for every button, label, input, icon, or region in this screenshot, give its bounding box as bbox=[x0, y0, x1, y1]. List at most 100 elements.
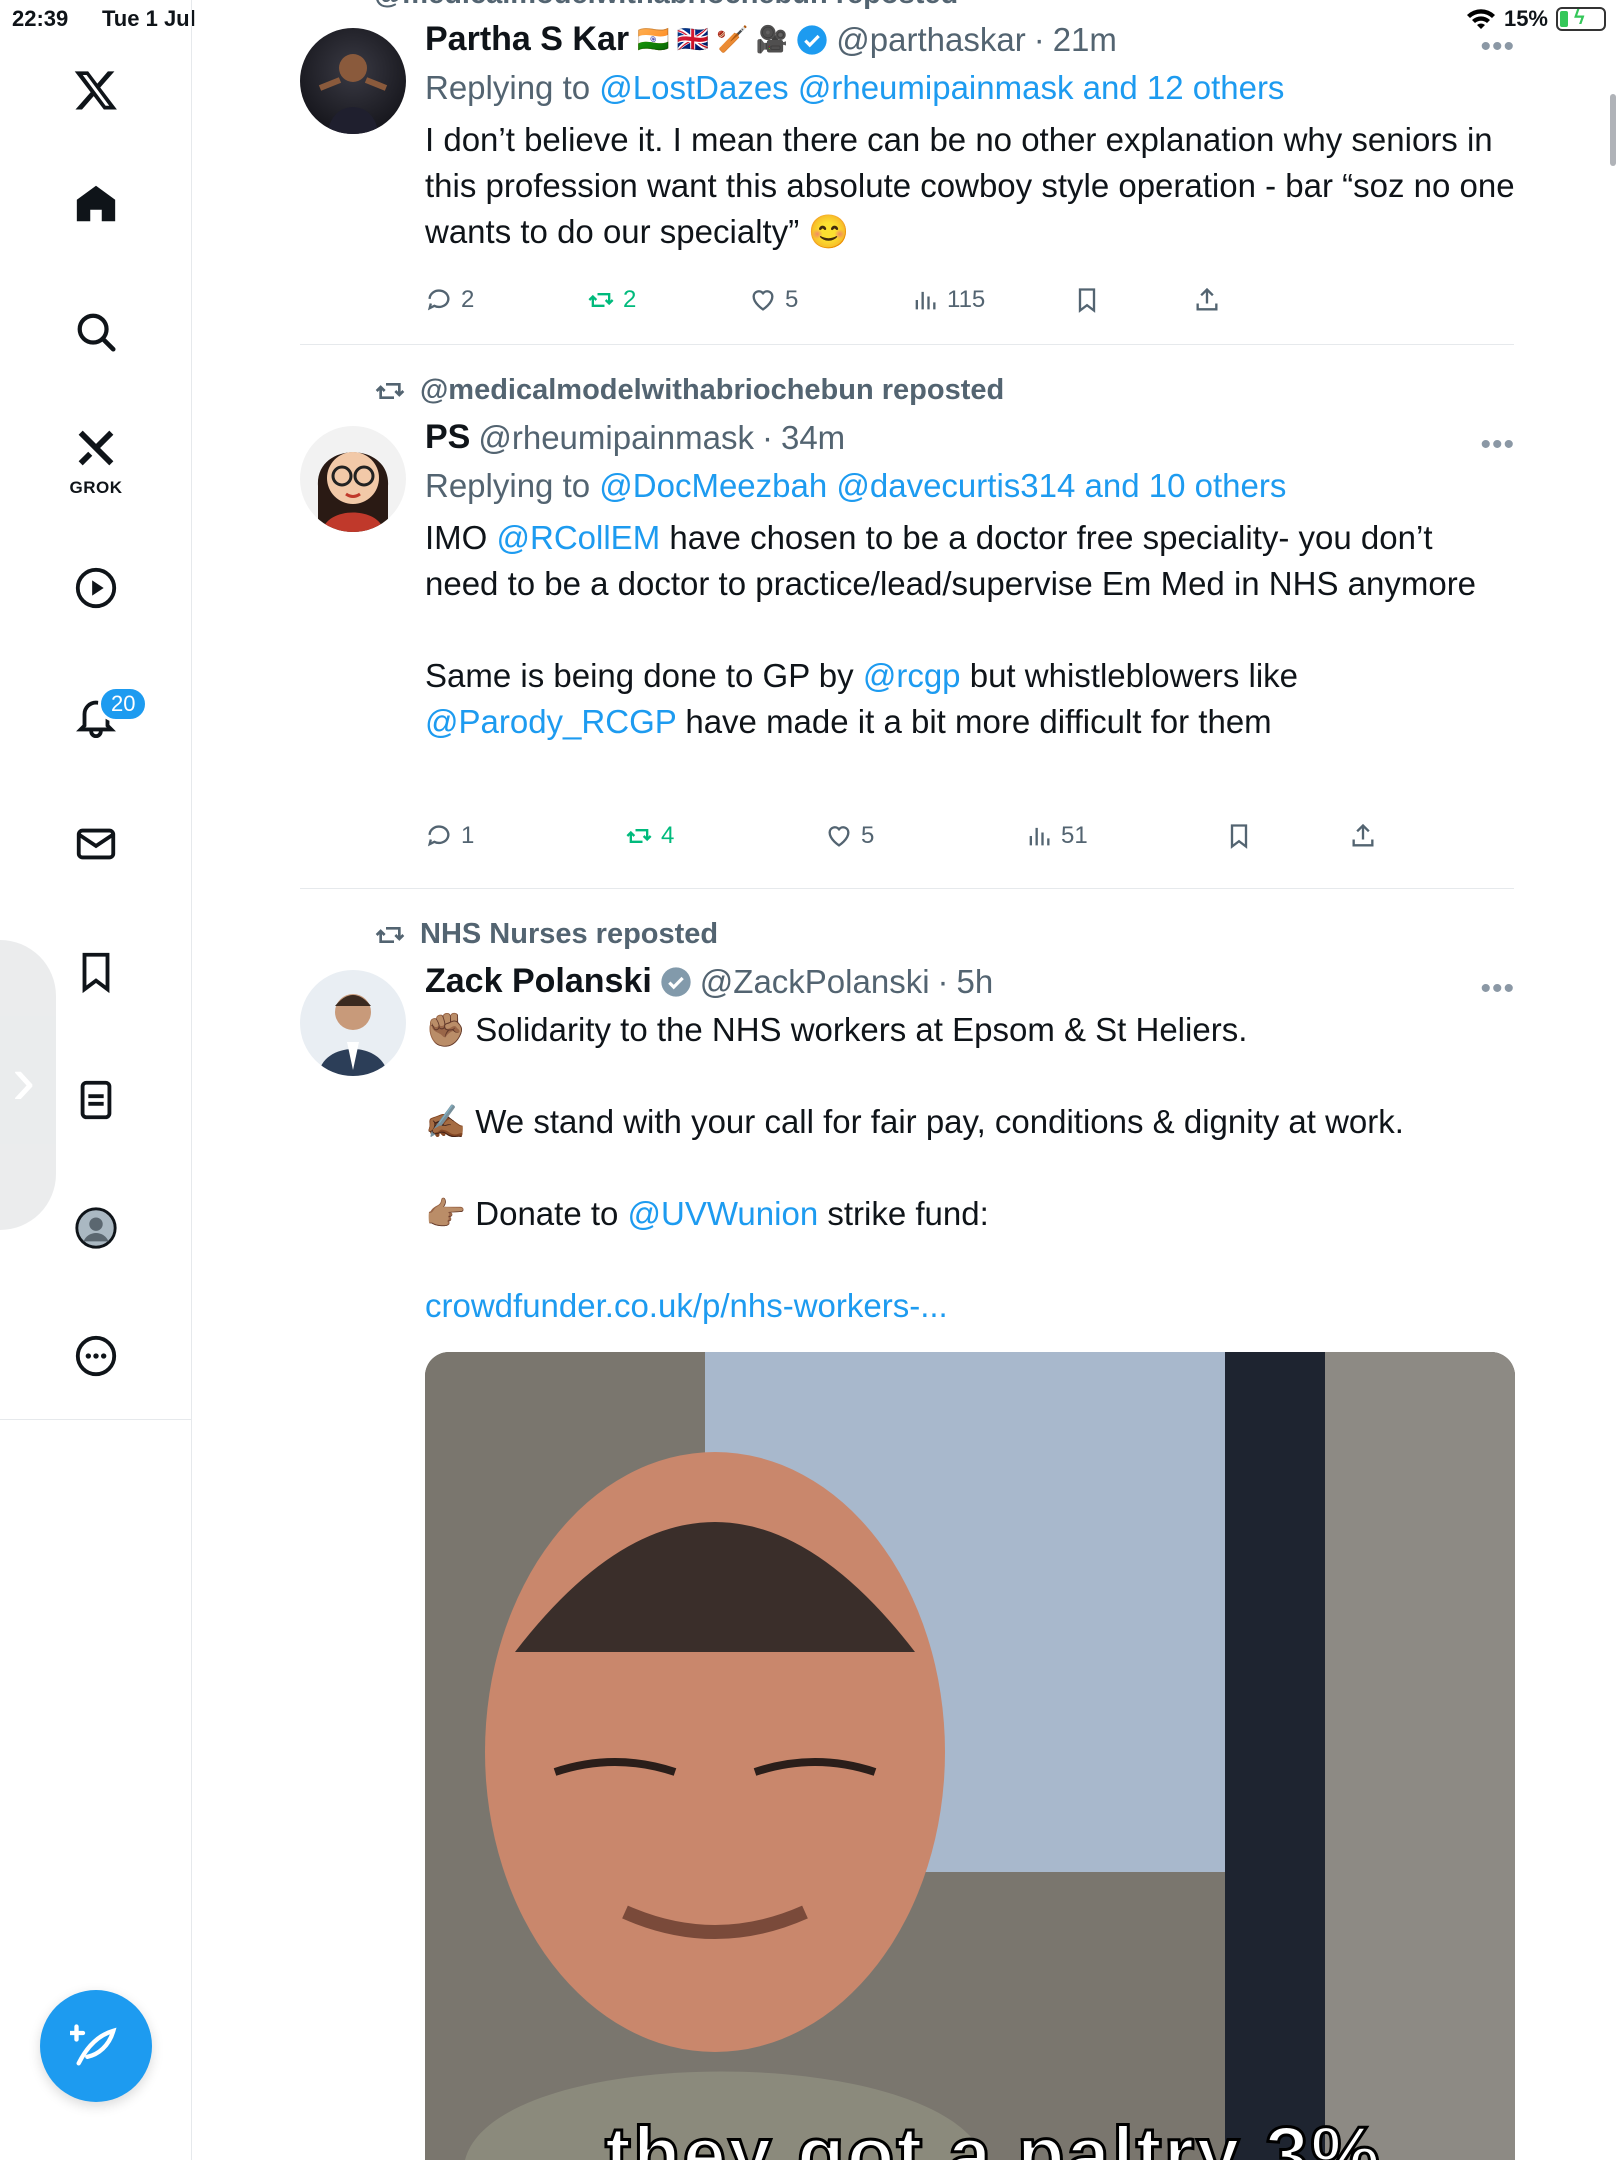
compose-feather-icon bbox=[70, 2024, 117, 2066]
separator-dot: · bbox=[761, 418, 773, 456]
avatar[interactable] bbox=[300, 970, 406, 1076]
more-options-icon[interactable]: ••• bbox=[1480, 30, 1515, 64]
external-link[interactable]: crowdfunder.co.uk/p/nhs-workers-... bbox=[425, 1283, 1515, 1329]
author-handle[interactable]: @ZackPolanski bbox=[700, 963, 930, 1001]
bookmark-icon[interactable] bbox=[52, 928, 140, 1016]
repost-button[interactable]: 2 bbox=[587, 286, 749, 314]
repost-button[interactable]: 4 bbox=[625, 822, 825, 850]
tweet-actions: 1 4 5 51 bbox=[425, 822, 1409, 850]
tweet-line: 👉🏽 Donate to @UVWunion strike fund: bbox=[425, 1195, 989, 1232]
tweet-divider bbox=[300, 888, 1514, 889]
more-options-icon[interactable] bbox=[52, 1312, 140, 1400]
author-name[interactable]: PS bbox=[425, 418, 470, 457]
separator-dot: · bbox=[937, 962, 949, 1000]
author-handle[interactable]: @rheumipainmask bbox=[478, 419, 754, 457]
tweet-header: PS @rheumipainmask · 34m bbox=[425, 418, 1515, 457]
repost-icon bbox=[375, 926, 405, 943]
tweet-line: ✍🏾 We stand with your call for fair pay,… bbox=[425, 1103, 1404, 1140]
tweet-time[interactable]: 21m bbox=[1053, 21, 1117, 59]
reply-icon bbox=[427, 825, 450, 847]
avatar[interactable] bbox=[300, 426, 406, 532]
mention-link[interactable]: @UVWunion bbox=[628, 1195, 819, 1232]
tweet-time[interactable]: 5h bbox=[957, 963, 994, 1001]
messages-envelope-icon[interactable] bbox=[52, 800, 140, 888]
reply-count: 2 bbox=[461, 286, 475, 313]
repost-count: 2 bbox=[623, 286, 637, 313]
share-icon bbox=[1196, 287, 1218, 311]
scrollbar[interactable] bbox=[1610, 94, 1616, 166]
tweet-line: ✊🏽 Solidarity to the NHS workers at Epso… bbox=[425, 1011, 1248, 1048]
video-play-icon[interactable] bbox=[52, 544, 140, 632]
sidebar-divider bbox=[191, 1420, 192, 2160]
bookmark-button[interactable] bbox=[1073, 286, 1193, 314]
tweet-body: Zack Polanski @ZackPolanski · 5h ••• ✊🏽 … bbox=[425, 962, 1515, 1329]
bookmark-button[interactable] bbox=[1225, 822, 1349, 850]
author-name[interactable]: Partha S Kar bbox=[425, 20, 629, 59]
tweet-time[interactable]: 34m bbox=[781, 419, 845, 457]
mention-link[interactable]: @Parody_RCGP bbox=[425, 703, 676, 740]
video-caption: they got a paltry 3% bbox=[604, 2109, 1382, 2160]
reply-button[interactable]: 1 bbox=[425, 822, 625, 850]
articles-icon[interactable] bbox=[52, 1056, 140, 1144]
mention-link[interactable]: @RCollEM bbox=[497, 519, 661, 556]
views-chart-icon bbox=[915, 291, 936, 310]
x-logo-icon[interactable] bbox=[52, 46, 140, 134]
reply-prefix: Replying to bbox=[425, 467, 600, 504]
battery-icon: ϟ bbox=[1556, 7, 1606, 31]
views-chart-icon bbox=[1029, 827, 1050, 846]
reply-targets-link[interactable]: @LostDazes @rheumipainmask and 12 others bbox=[599, 69, 1284, 106]
tweet-text-line: I don’t believe it. I mean there can be … bbox=[425, 121, 1515, 250]
more-options-icon[interactable]: ••• bbox=[1480, 428, 1515, 462]
author-flags: 🇮🇳 🇬🇧 🏏 🎥 bbox=[637, 24, 789, 54]
tweet-header: Partha S Kar 🇮🇳 🇬🇧 🏏 🎥 @parthaskar · 21m bbox=[425, 20, 1515, 59]
tweet-spacer bbox=[425, 607, 1515, 653]
search-icon[interactable] bbox=[52, 288, 140, 376]
tweet-text: IMO @RCollEM have chosen to be a doctor … bbox=[425, 515, 1515, 745]
view-count: 115 bbox=[947, 286, 986, 313]
repost-label: @medicalmodelwithabriochebun reposted bbox=[374, 374, 1004, 407]
separator-dot: · bbox=[1033, 20, 1045, 58]
tweet-paragraph: IMO @RCollEM have chosen to be a doctor … bbox=[425, 519, 1477, 602]
avatar[interactable] bbox=[300, 28, 406, 134]
verified-badge-icon bbox=[797, 24, 827, 55]
drawer-handle[interactable]: › bbox=[0, 940, 56, 1230]
tweet-paragraph: Same is being done to GP by @rcgp but wh… bbox=[425, 657, 1299, 740]
profile-avatar-icon[interactable] bbox=[52, 1184, 140, 1272]
tweet-actions: 2 2 5 115 bbox=[425, 286, 1253, 314]
compose-post-button[interactable] bbox=[40, 1990, 152, 2102]
reply-context: Replying to @DocMeezbah @davecurtis314 a… bbox=[425, 467, 1515, 505]
reply-count: 1 bbox=[461, 822, 475, 849]
notification-badge: 20 bbox=[98, 686, 149, 722]
reply-targets-link[interactable]: @DocMeezbah @davecurtis314 and 10 others bbox=[599, 467, 1286, 504]
verified-badge-icon bbox=[661, 966, 691, 997]
heart-icon bbox=[752, 290, 774, 311]
heart-icon bbox=[828, 826, 850, 847]
views-button[interactable]: 51 bbox=[1025, 822, 1225, 850]
repost-label-cut: @medicalmodelwithabriochebun reposted bbox=[374, 0, 958, 11]
share-icon bbox=[1352, 823, 1374, 847]
like-button[interactable]: 5 bbox=[825, 822, 1025, 850]
mention-link[interactable]: @rcgp bbox=[863, 657, 961, 694]
repost-icon bbox=[375, 382, 405, 399]
author-handle[interactable]: @parthaskar bbox=[836, 21, 1025, 59]
share-button[interactable] bbox=[1193, 286, 1253, 314]
tweet-text: I don’t believe it. I mean there can be … bbox=[425, 117, 1515, 255]
tweet-header: Zack Polanski @ZackPolanski · 5h bbox=[425, 962, 1515, 1001]
like-button[interactable]: 5 bbox=[749, 286, 911, 314]
home-icon[interactable] bbox=[52, 160, 140, 248]
bookmark-icon bbox=[1230, 824, 1248, 849]
reply-icon bbox=[427, 289, 450, 311]
repost-count: 4 bbox=[661, 822, 675, 849]
tweet-body: PS @rheumipainmask · 34m ••• Replying to… bbox=[425, 418, 1515, 745]
more-options-icon[interactable]: ••• bbox=[1480, 972, 1515, 1006]
repost-label: NHS Nurses reposted bbox=[374, 918, 718, 951]
tweet-spacer bbox=[425, 1145, 1515, 1191]
reply-button[interactable]: 2 bbox=[425, 286, 587, 314]
view-count: 51 bbox=[1061, 822, 1088, 849]
share-button[interactable] bbox=[1349, 822, 1409, 850]
author-name[interactable]: Zack Polanski bbox=[425, 962, 652, 1001]
views-button[interactable]: 115 bbox=[911, 286, 1073, 314]
video-thumbnail[interactable]: they got a paltry 3% bbox=[425, 1352, 1515, 2160]
tweet-divider bbox=[300, 344, 1514, 345]
chevron-right-icon: › bbox=[12, 1041, 36, 1119]
